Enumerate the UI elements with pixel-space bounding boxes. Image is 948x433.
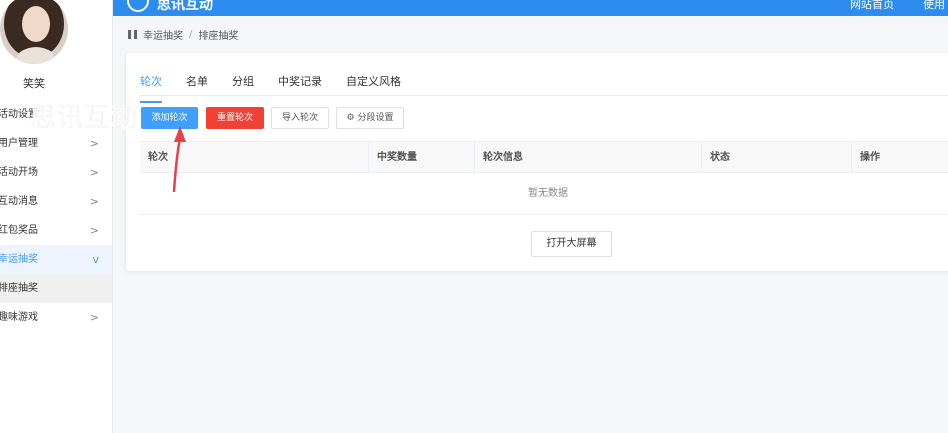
top-header: 思讯互动 网站首页 使用 <box>113 0 948 16</box>
sidebar-item-label: 趣味游戏 <box>0 312 38 323</box>
sidebar-menu: 活动设置 用户管理 > 活动开场 > 互动消息 > 红包奖品 > 幸运抽奖 v <box>0 100 112 332</box>
sidebar-item-red-packet-prizes[interactable]: 红包奖品 > <box>0 216 112 245</box>
sidebar-item-lucky-draw[interactable]: 幸运抽奖 v <box>0 245 112 274</box>
import-round-button[interactable]: 导入轮次 <box>271 107 329 129</box>
tab-bar: 轮次 名单 分组 中奖记录 自定义风格 <box>140 73 425 103</box>
segment-settings-button[interactable]: ⚙ 分段设置 <box>336 107 404 129</box>
sidebar-item-seat-draw[interactable]: 排座抽奖 <box>0 274 112 303</box>
sidebar-item-activity-opening[interactable]: 活动开场 > <box>0 158 112 187</box>
open-big-screen-button[interactable]: 打开大屏幕 <box>531 231 612 257</box>
nav-help-link[interactable]: 使用 <box>923 0 945 12</box>
chevron-right-icon: > <box>89 195 99 208</box>
column-header-actions: 操作 <box>860 152 880 163</box>
app-root: 思讯互动 网站首页 使用 笑笑 活动设置 用户管理 > 活动开场 > 互动消息 … <box>0 0 948 433</box>
avatar[interactable] <box>0 0 68 64</box>
watermark-text: 思讯互动 <box>29 103 139 134</box>
chevron-right-icon: > <box>89 166 99 179</box>
column-header-round-info: 轮次信息 <box>475 142 702 174</box>
brand-logo-icon <box>127 0 149 12</box>
breadcrumb: 幸运抽奖 / 排座抽奖 <box>128 27 238 42</box>
nav-home-link[interactable]: 网站首页 <box>850 0 894 12</box>
gear-icon: ⚙ <box>346 113 358 123</box>
segment-settings-label: 分段设置 <box>357 113 394 123</box>
brand-name: 思讯互动 <box>157 0 213 13</box>
breadcrumb-separator: / <box>189 29 193 40</box>
chevron-right-icon: > <box>89 224 99 237</box>
tab-groups[interactable]: 分组 <box>232 73 254 95</box>
tab-rounds[interactable]: 轮次 <box>140 73 162 103</box>
table-empty-text: 暂无数据 <box>140 173 948 215</box>
sidebar-item-label: 幸运抽奖 <box>0 254 38 265</box>
sidebar: 笑笑 活动设置 用户管理 > 活动开场 > 互动消息 > 红包奖品 > 幸运抽奖… <box>0 0 113 433</box>
chevron-right-icon: > <box>89 311 99 324</box>
table-header: 轮次 中奖数量 轮次信息 状态 操作 <box>140 141 948 174</box>
sidebar-item-label: 排座抽奖 <box>0 283 38 294</box>
main-card: 轮次 名单 分组 中奖记录 自定义风格 添加轮次 重置轮次 导入轮次 ⚙ 分段设… <box>126 53 948 271</box>
sidebar-item-label: 活动开场 <box>0 167 38 178</box>
sidebar-item-fun-games[interactable]: 趣味游戏 > <box>0 303 112 332</box>
chevron-down-icon: v <box>92 253 99 266</box>
column-header-prize-count: 中奖数量 <box>369 142 475 174</box>
user-name: 笑笑 <box>23 77 45 90</box>
column-header-status: 状态 <box>702 142 852 174</box>
breadcrumb-item-seat-draw: 排座抽奖 <box>198 31 239 42</box>
tab-winning-records[interactable]: 中奖记录 <box>278 73 322 95</box>
sidebar-item-label: 红包奖品 <box>0 225 38 236</box>
tab-list[interactable]: 名单 <box>186 73 208 95</box>
column-header-round: 轮次 <box>140 142 369 174</box>
sidebar-item-interactive-messages[interactable]: 互动消息 > <box>0 187 112 216</box>
breadcrumb-item-lucky-draw[interactable]: 幸运抽奖 <box>143 27 183 42</box>
rounds-table: 轮次 中奖数量 轮次信息 状态 操作 暂无数据 <box>140 141 948 215</box>
sidebar-item-label: 互动消息 <box>0 196 38 207</box>
reset-round-button[interactable]: 重置轮次 <box>206 107 264 129</box>
breadcrumb-icon <box>128 30 137 39</box>
tab-divider <box>140 95 948 96</box>
tab-custom-style[interactable]: 自定义风格 <box>346 73 401 95</box>
add-round-button[interactable]: 添加轮次 <box>141 107 198 129</box>
